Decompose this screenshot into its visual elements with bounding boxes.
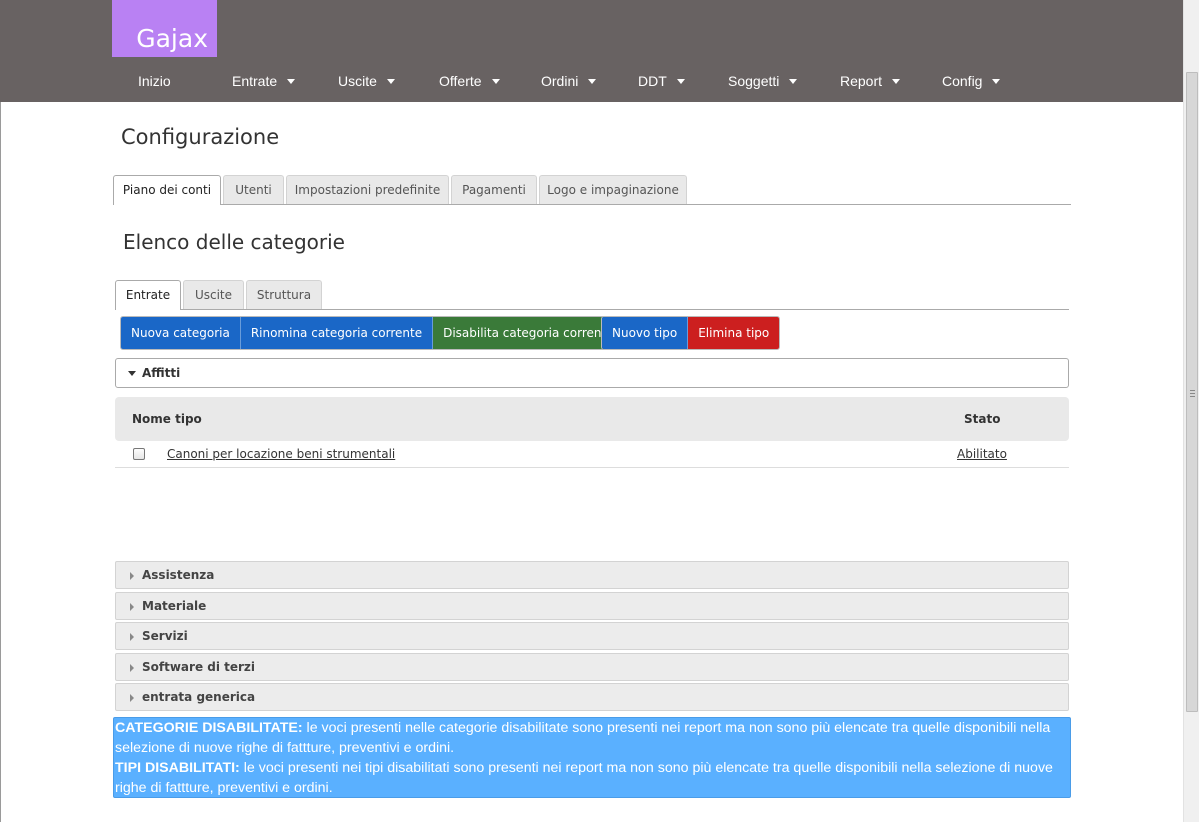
nav-label: Report: [840, 73, 883, 89]
tabs-divider: [115, 309, 1069, 310]
caret-down-icon: [992, 78, 1001, 84]
nav-label: Config: [942, 73, 983, 89]
caret-down-icon: [491, 78, 500, 84]
rename-category-button[interactable]: Rinomina categoria corrente: [240, 317, 434, 349]
nav-item-inizio[interactable]: Inizio: [138, 62, 171, 102]
triangle-right-icon: [130, 572, 134, 580]
type-name-link[interactable]: Canoni per locazione beni strumentali: [167, 447, 395, 461]
accordion-assistenza[interactable]: Assistenza: [115, 561, 1069, 589]
info-types-label: TIPI DISABILITATI:: [115, 760, 240, 776]
table-row: Canoni per locazione beni strumentali Ab…: [115, 442, 1069, 468]
section-title: Elenco delle categorie: [123, 230, 345, 254]
delete-type-button[interactable]: Elimina tipo: [688, 317, 780, 349]
nav-label: Uscite: [338, 73, 377, 89]
accordion-label: Assistenza: [142, 568, 215, 582]
disable-category-button[interactable]: Disabilita categoria corrente: [433, 317, 624, 349]
types-table-header: Nome tipo Stato: [115, 397, 1069, 441]
app-logo[interactable]: Gajax: [112, 0, 217, 57]
accordion-software-di-terzi[interactable]: Software di terzi: [115, 653, 1069, 681]
caret-down-icon: [287, 78, 296, 84]
scrollbar-thumb[interactable]: [1186, 72, 1198, 712]
triangle-right-icon: [130, 664, 134, 672]
accordion-materiale[interactable]: Materiale: [115, 592, 1069, 620]
nav-label: Entrate: [232, 73, 278, 89]
new-category-button[interactable]: Nuova categoria: [121, 317, 241, 349]
tab-entrate[interactable]: Entrate: [115, 280, 181, 310]
info-types-text: le voci presenti nei tipi disabilitati s…: [115, 760, 1053, 796]
category-button-group: Nuova categoria Rinomina categoria corre…: [120, 316, 625, 350]
type-button-group: Nuovo tipo Elimina tipo: [601, 316, 781, 350]
page-title: Configurazione: [121, 125, 280, 149]
nav-item-ddt[interactable]: DDT: [638, 62, 685, 102]
category-tabs: Entrate Uscite Struttura: [115, 280, 1069, 310]
info-categories: CATEGORIE DISABILITATE: le voci presenti…: [115, 718, 1069, 758]
column-header-nome-tipo: Nome tipo: [132, 412, 202, 426]
nav-item-entrate[interactable]: Entrate: [232, 62, 296, 102]
nav-item-offerte[interactable]: Offerte: [439, 62, 500, 102]
accordion-entrata-generica[interactable]: entrata generica: [115, 683, 1069, 711]
accordion-label: entrata generica: [142, 690, 256, 704]
grip-icon: [1190, 390, 1195, 397]
type-state-link[interactable]: Abilitato: [957, 447, 1007, 461]
main-tabs: Piano dei conti Utenti Impostazioni pred…: [113, 175, 1071, 205]
caret-down-icon: [386, 78, 395, 84]
accordion-label: Materiale: [142, 599, 207, 613]
tab-pagamenti[interactable]: Pagamenti: [451, 175, 537, 204]
tab-struttura[interactable]: Struttura: [246, 280, 322, 309]
nav-label: Soggetti: [728, 73, 780, 89]
caret-down-icon: [789, 78, 798, 84]
nav-label: Ordini: [541, 73, 579, 89]
info-types: TIPI DISABILITATI: le voci presenti nei …: [115, 758, 1069, 798]
top-header: Gajax Inizio Entrate Uscite Offerte Ordi…: [0, 0, 1183, 102]
info-box: CATEGORIE DISABILITATE: le voci presenti…: [113, 717, 1071, 798]
tab-uscite[interactable]: Uscite: [183, 280, 244, 309]
tab-piano-dei-conti[interactable]: Piano dei conti: [113, 175, 221, 205]
column-header-stato: Stato: [964, 412, 1001, 426]
nav-label: Inizio: [138, 73, 171, 89]
tab-logo-e-impaginazione[interactable]: Logo e impaginazione: [539, 175, 687, 204]
accordion-label: Servizi: [142, 629, 188, 643]
nav-item-ordini[interactable]: Ordini: [541, 62, 597, 102]
row-checkbox[interactable]: [133, 448, 145, 460]
vertical-scrollbar[interactable]: [1183, 0, 1199, 822]
triangle-right-icon: [130, 694, 134, 702]
nav-label: DDT: [638, 73, 667, 89]
nav-item-uscite[interactable]: Uscite: [338, 62, 395, 102]
new-type-button[interactable]: Nuovo tipo: [602, 317, 689, 349]
nav-item-soggetti[interactable]: Soggetti: [728, 62, 798, 102]
nav-label: Offerte: [439, 73, 482, 89]
triangle-down-icon: [128, 371, 136, 376]
tab-impostazioni-predefinite[interactable]: Impostazioni predefinite: [286, 175, 449, 204]
triangle-right-icon: [130, 603, 134, 611]
nav-item-config[interactable]: Config: [942, 62, 1001, 102]
accordion-label: Software di terzi: [142, 660, 256, 674]
window-edge: [0, 0, 1, 822]
nav-item-report[interactable]: Report: [840, 62, 901, 102]
caret-down-icon: [588, 78, 597, 84]
tabs-divider: [113, 204, 1071, 205]
caret-down-icon: [892, 78, 901, 84]
accordion-affitti[interactable]: Affitti: [115, 358, 1069, 388]
tab-utenti[interactable]: Utenti: [223, 175, 284, 204]
accordion-label: Affitti: [142, 366, 181, 380]
caret-down-icon: [676, 78, 685, 84]
triangle-right-icon: [130, 633, 134, 641]
info-categories-label: CATEGORIE DISABILITATE:: [115, 720, 303, 736]
accordion-servizi[interactable]: Servizi: [115, 622, 1069, 650]
main-nav: Inizio Entrate Uscite Offerte Ordini DDT…: [0, 62, 1183, 102]
